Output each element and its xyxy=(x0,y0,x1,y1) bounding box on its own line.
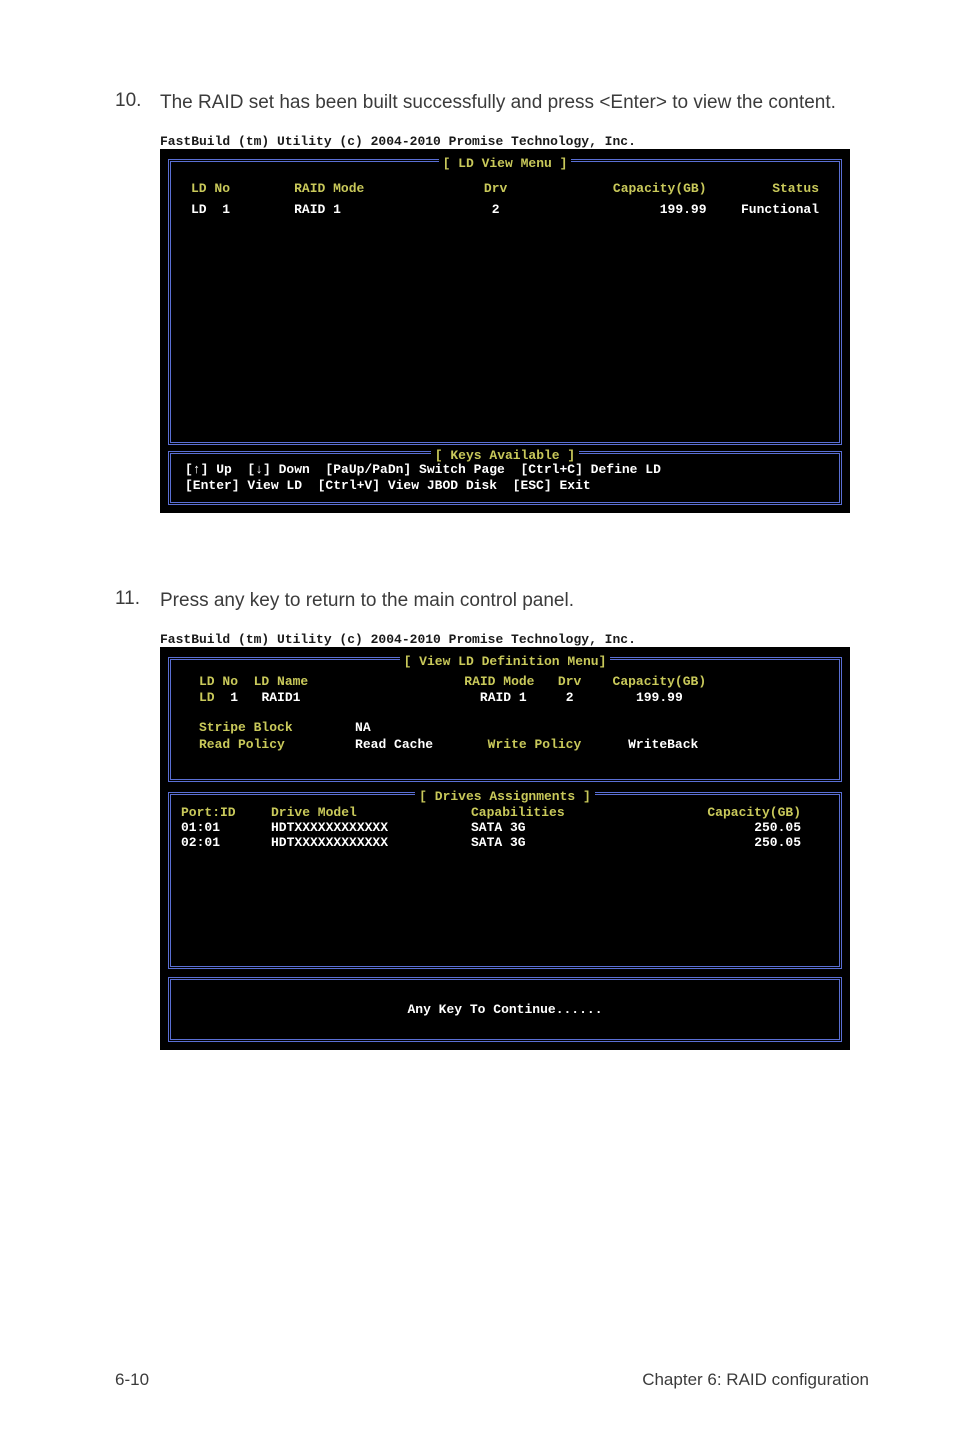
step-10: 10. The RAID set has been built successf… xyxy=(115,90,869,116)
bios-screen: [ LD View Menu ] LD No RAID Mode Drv Cap… xyxy=(160,149,850,514)
cell-capacity: 199.99 xyxy=(547,202,706,217)
cell-capacity: 250.05 xyxy=(651,835,801,850)
bios-screenshot-1: FastBuild (tm) Utility (c) 2004-2010 Pro… xyxy=(160,134,869,514)
cell-capacity: 250.05 xyxy=(651,820,801,835)
cell-model: HDTXXXXXXXXXXXX xyxy=(271,820,471,835)
ld-definition-menu-box: [ View LD Definition Menu] LD No LD Name… xyxy=(168,657,842,782)
any-key-text: Any Key To Continue...... xyxy=(407,1002,602,1017)
step-text: The RAID set has been built successfully… xyxy=(160,90,836,116)
keys-line-1: [↑] Up [↓] Down [PaUp/PaDn] Switch Page … xyxy=(185,462,661,477)
cell-model: HDTXXXXXXXXXXXX xyxy=(271,835,471,850)
bios-header: FastBuild (tm) Utility (c) 2004-2010 Pro… xyxy=(160,134,869,149)
cell-port: 01:01 xyxy=(181,820,271,835)
cell-drv: 2 xyxy=(444,202,547,217)
cell-capability: SATA 3G xyxy=(471,820,651,835)
def-policy-row: Read Policy Read Cache Write Policy Writ… xyxy=(199,737,811,753)
step-text: Press any key to return to the main cont… xyxy=(160,588,574,614)
cell-port: 02:01 xyxy=(181,835,271,850)
def-header-row: LD No LD Name RAID Mode Drv Capacity(GB) xyxy=(199,674,811,690)
step-number: 11. xyxy=(115,588,160,614)
drives-assignments-box: [ Drives Assignments ] Port:ID Drive Mod… xyxy=(168,792,842,969)
col-capacity: Capacity(GB) xyxy=(547,181,706,196)
col-ldno: LD No xyxy=(191,181,294,196)
col-capability: Capabilities xyxy=(471,805,651,820)
page-number: 6-10 xyxy=(115,1370,149,1390)
table-row[interactable]: LD 1 RAID 1 2 199.99 Functional xyxy=(181,199,829,220)
def-stripe-row: Stripe Block NA xyxy=(199,720,811,736)
keys-available-box: [ Keys Available ] [↑] Up [↓] Down [PaUp… xyxy=(168,451,842,506)
bios-header: FastBuild (tm) Utility (c) 2004-2010 Pro… xyxy=(160,632,869,647)
table-row: 01:01 HDTXXXXXXXXXXXX SATA 3G 250.05 xyxy=(181,820,829,835)
cell-ldno: LD 1 xyxy=(191,202,294,217)
ld-view-menu-box: [ LD View Menu ] LD No RAID Mode Drv Cap… xyxy=(168,159,842,445)
table-row: 02:01 HDTXXXXXXXXXXXX SATA 3G 250.05 xyxy=(181,835,829,850)
step-number: 10. xyxy=(115,90,160,116)
chapter-title: Chapter 6: RAID configuration xyxy=(642,1370,869,1390)
cell-status: Functional xyxy=(707,202,819,217)
cell-raidmode: RAID 1 xyxy=(294,202,444,217)
col-port: Port:ID xyxy=(181,805,271,820)
col-status: Status xyxy=(707,181,819,196)
page-footer: 6-10 Chapter 6: RAID configuration xyxy=(0,1370,954,1390)
table-header: LD No RAID Mode Drv Capacity(GB) Status xyxy=(181,178,829,199)
col-drv: Drv xyxy=(444,181,547,196)
def-value-row: LD 1 RAID1 RAID 1 2 199.99 xyxy=(199,690,811,706)
col-raidmode: RAID Mode xyxy=(294,181,444,196)
bios-screenshot-2: FastBuild (tm) Utility (c) 2004-2010 Pro… xyxy=(160,632,869,1050)
keys-line-2: [Enter] View LD [Ctrl+V] View JBOD Disk … xyxy=(185,478,591,493)
bios-screen: [ View LD Definition Menu] LD No LD Name… xyxy=(160,647,850,1050)
any-key-box[interactable]: Any Key To Continue...... xyxy=(168,977,842,1042)
col-model: Drive Model xyxy=(271,805,471,820)
cell-capability: SATA 3G xyxy=(471,835,651,850)
step-11: 11. Press any key to return to the main … xyxy=(115,588,869,614)
col-capacity: Capacity(GB) xyxy=(651,805,801,820)
drives-header: Port:ID Drive Model Capabilities Capacit… xyxy=(181,805,829,820)
